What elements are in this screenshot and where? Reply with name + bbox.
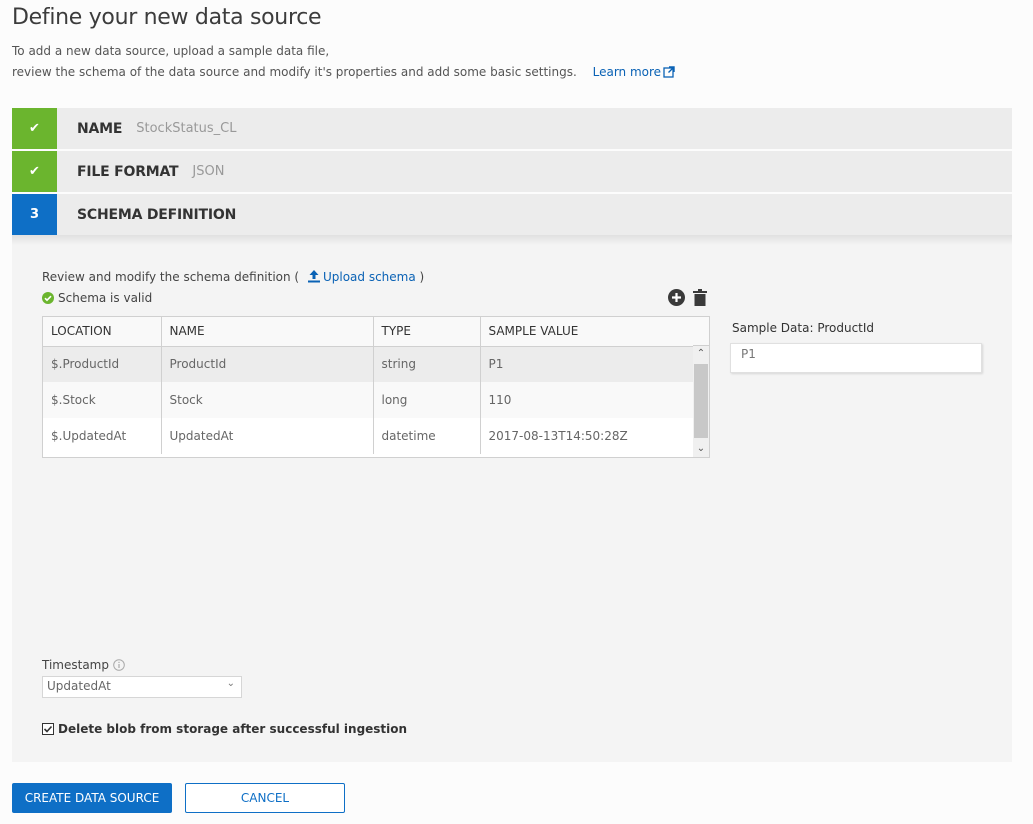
checkmark-icon xyxy=(43,725,53,733)
timestamp-selected-value: UpdatedAt xyxy=(47,679,111,693)
step-label: FILE FORMAT xyxy=(77,163,179,180)
schema-review-text: Review and modify the schema definition … xyxy=(42,270,424,284)
delete-field-button[interactable] xyxy=(693,289,707,306)
delete-blob-label: Delete blob from storage after successfu… xyxy=(58,722,408,736)
add-circle-icon xyxy=(668,289,685,306)
page-subtitle: To add a new data source, upload a sampl… xyxy=(12,41,675,83)
review-close: ) xyxy=(419,270,425,284)
cell-type[interactable]: string xyxy=(373,346,481,382)
step-label: SCHEMA DEFINITION xyxy=(77,206,237,223)
cell-location: $.ProductId xyxy=(43,346,162,382)
upload-schema-label: Upload schema xyxy=(322,270,416,284)
external-link-icon xyxy=(663,66,675,78)
table-row[interactable]: $.ProductId ProductId string P1 xyxy=(43,346,695,382)
upload-schema-link[interactable]: Upload schema xyxy=(303,270,416,284)
subtitle-line-2-text: review the schema of the data source and… xyxy=(12,65,577,79)
step-complete-check-icon: ✔ xyxy=(12,108,57,149)
create-data-source-button[interactable]: CREATE DATA SOURCE xyxy=(12,783,172,813)
column-header-sample-value[interactable]: SAMPLE VALUE xyxy=(480,317,695,347)
check-circle-icon xyxy=(42,292,54,304)
column-header-name[interactable]: NAME xyxy=(161,317,374,347)
step-name[interactable]: ✔ NAME StockStatus_CL xyxy=(12,108,1012,149)
schema-panel: Review and modify the schema definition … xyxy=(12,235,1012,762)
add-field-button[interactable] xyxy=(668,289,685,306)
valid-text: Schema is valid xyxy=(58,291,153,305)
subtitle-line-2: review the schema of the data source and… xyxy=(12,62,675,83)
column-header-location[interactable]: LOCATION xyxy=(43,317,162,347)
schema-valid-status: Schema is valid xyxy=(42,291,152,305)
cancel-button[interactable]: CANCEL xyxy=(185,783,345,813)
trash-icon xyxy=(693,289,707,306)
cell-sample: 110 xyxy=(480,382,695,418)
scroll-down-icon[interactable]: ⌄ xyxy=(693,441,709,457)
cell-type[interactable]: long xyxy=(373,382,481,418)
schema-table: LOCATION NAME TYPE SAMPLE VALUE $.Produc… xyxy=(42,316,710,458)
step-number-badge: 3 xyxy=(12,194,57,235)
cell-name[interactable]: Stock xyxy=(161,382,374,418)
cell-type[interactable]: datetime xyxy=(373,418,481,454)
timestamp-label-text: Timestamp xyxy=(42,658,109,672)
delete-blob-checkbox-row[interactable]: Delete blob from storage after successfu… xyxy=(42,722,407,736)
cell-name[interactable]: UpdatedAt xyxy=(161,418,374,454)
table-row[interactable]: $.UpdatedAt UpdatedAt datetime 2017-08-1… xyxy=(43,418,695,454)
delete-blob-checkbox[interactable] xyxy=(42,723,54,735)
table-row[interactable]: $.Stock Stock long 110 xyxy=(43,382,695,418)
step-file-format[interactable]: ✔ FILE FORMAT JSON xyxy=(12,151,1012,192)
cell-sample: P1 xyxy=(480,346,695,382)
learn-more-label: Learn more xyxy=(592,65,662,79)
step-schema-definition[interactable]: 3 SCHEMA DEFINITION xyxy=(12,194,1012,235)
timestamp-select[interactable]: UpdatedAt ⌄ xyxy=(42,676,242,698)
subtitle-line-1: To add a new data source, upload a sampl… xyxy=(12,44,330,58)
column-header-type[interactable]: TYPE xyxy=(373,317,481,347)
table-scrollbar[interactable]: ⌃ ⌄ xyxy=(693,346,709,457)
step-value: StockStatus_CL xyxy=(136,121,237,136)
sample-data-box: P1 xyxy=(730,343,982,373)
step-value: JSON xyxy=(192,164,225,179)
cell-sample: 2017-08-13T14:50:28Z xyxy=(480,418,695,454)
info-icon[interactable] xyxy=(113,659,125,671)
cell-location: $.UpdatedAt xyxy=(43,418,162,454)
scroll-up-icon[interactable]: ⌃ xyxy=(693,346,709,362)
cell-name[interactable]: ProductId xyxy=(161,346,374,382)
cell-location: $.Stock xyxy=(43,382,162,418)
review-label: Review and modify the schema definition … xyxy=(42,270,300,284)
header-filler xyxy=(693,317,709,346)
step-label: NAME xyxy=(77,120,123,137)
scrollbar-thumb[interactable] xyxy=(694,364,708,438)
timestamp-label: Timestamp xyxy=(42,658,125,672)
upload-icon xyxy=(307,270,320,283)
page-title: Define your new data source xyxy=(12,5,322,30)
sample-data-label: Sample Data: ProductId xyxy=(732,321,875,335)
step-complete-check-icon: ✔ xyxy=(12,151,57,192)
chevron-down-icon: ⌄ xyxy=(226,678,235,689)
table-header-row: LOCATION NAME TYPE SAMPLE VALUE xyxy=(43,317,695,347)
schema-toolbar xyxy=(668,289,707,306)
learn-more-link[interactable]: Learn more xyxy=(593,65,675,79)
